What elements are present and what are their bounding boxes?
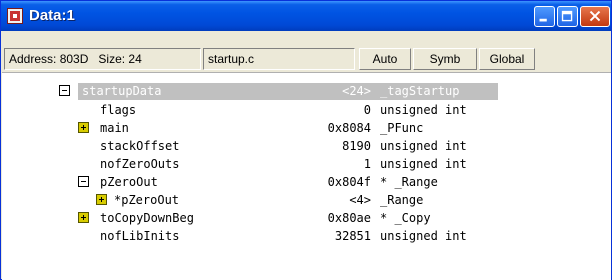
variable-name: *pZeroOut [114, 193, 180, 207]
variable-name: nofLibInits [100, 229, 180, 243]
close-icon [589, 10, 601, 22]
variable-type: unsigned int [380, 157, 467, 171]
tree-row[interactable]: stackOffset 8190 unsigned int [2, 137, 611, 155]
info-bar: Address: 803D Size: 24 startup.c Auto Sy… [4, 48, 554, 70]
data-window-icon[interactable] [7, 8, 23, 24]
minimize-icon [539, 18, 547, 22]
expand-icon[interactable] [96, 194, 107, 205]
variable-type: _tagStartup [380, 84, 460, 98]
global-button[interactable]: Global [479, 48, 535, 70]
tree-row[interactable]: pZeroOut 0x804f * _Range [2, 173, 611, 191]
variable-type: _Range [380, 193, 424, 207]
variable-name: stackOffset [100, 139, 180, 153]
data-window: Data:1 Address: 803D Size: 24 startup.c … [0, 0, 612, 280]
collapse-icon[interactable] [59, 85, 70, 96]
file-name-field: startup.c [203, 48, 355, 70]
expand-icon[interactable] [78, 122, 89, 133]
variable-type: * _Range [380, 175, 438, 189]
variable-type: unsigned int [380, 229, 467, 243]
symb-button[interactable]: Symb [413, 48, 477, 70]
variable-value: 0x8084 [327, 121, 371, 135]
minimize-button[interactable] [534, 6, 555, 27]
close-button[interactable] [580, 6, 610, 27]
address-size-field: Address: 803D Size: 24 [4, 48, 201, 70]
variable-value: 0x804f [327, 175, 371, 189]
tree-row[interactable]: *pZeroOut <4> _Range [2, 191, 611, 209]
collapse-icon[interactable] [78, 176, 89, 187]
variable-name: nofZeroOuts [100, 157, 180, 171]
variable-name: flags [100, 103, 137, 117]
size-label: Size: 24 [98, 52, 142, 66]
title-bar[interactable]: Data:1 [1, 1, 611, 31]
maximize-button[interactable] [557, 6, 578, 27]
data-tree[interactable]: startupData <24> _tagStartupflags 0 unsigned… [2, 72, 611, 280]
variable-name: startupData [82, 84, 162, 98]
maximize-icon [561, 10, 573, 22]
variable-name: toCopyDownBeg [100, 211, 194, 225]
variable-value: <4> [349, 193, 371, 207]
variable-value: 1 [363, 157, 371, 171]
auto-button[interactable]: Auto [359, 48, 411, 70]
variable-type: unsigned int [380, 103, 467, 117]
tree-row[interactable]: main 0x8084 _PFunc [2, 119, 611, 137]
variable-name: main [100, 121, 129, 135]
variable-value: 0 [363, 103, 371, 117]
variable-name: pZeroOut [100, 175, 158, 189]
tree-row[interactable]: nofZeroOuts 1 unsigned int [2, 155, 611, 173]
tree-row[interactable]: nofLibInits 32851 unsigned int [2, 227, 611, 245]
variable-type: * _Copy [380, 211, 431, 225]
variable-type: unsigned int [380, 139, 467, 153]
tree-row[interactable]: toCopyDownBeg 0x80ae * _Copy [2, 209, 611, 227]
variable-value: <24> [342, 84, 371, 98]
expand-icon[interactable] [78, 212, 89, 223]
window-title: Data:1 [29, 7, 75, 24]
variable-value: 0x80ae [327, 211, 371, 225]
tree-row[interactable]: flags 0 unsigned int [2, 101, 611, 119]
variable-value: 32851 [334, 229, 371, 243]
tree-row[interactable]: startupData <24> _tagStartup [2, 82, 611, 100]
variable-type: _PFunc [380, 121, 424, 135]
address-label: Address: 803D [9, 52, 89, 66]
variable-value: 8190 [342, 139, 371, 153]
